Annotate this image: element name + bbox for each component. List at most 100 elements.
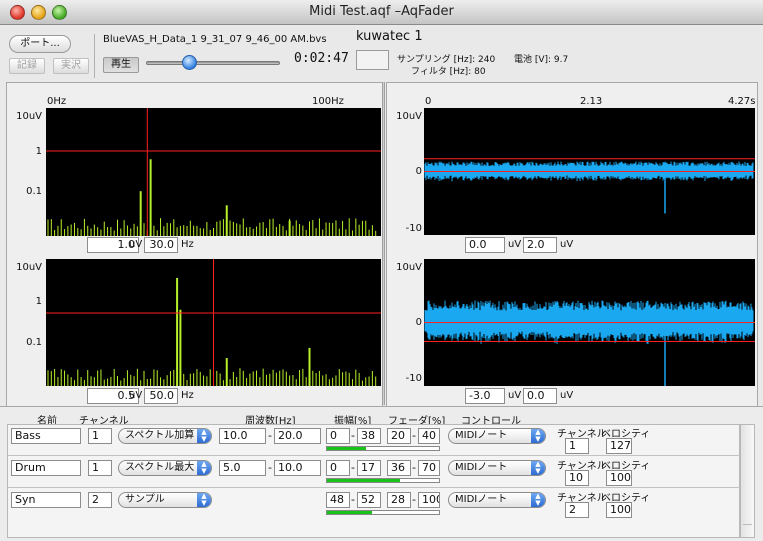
row-level-meter: [326, 446, 440, 451]
playback-slider[interactable]: [146, 55, 280, 71]
row-control-select[interactable]: MIDIノート ▲ ▼: [448, 428, 546, 444]
spectrum-x-start: 0Hz: [47, 96, 67, 107]
row-midi-channel-field[interactable]: 10: [565, 470, 589, 486]
table-scrollbar[interactable]: [740, 424, 755, 538]
row-fader-high-field[interactable]: 70: [418, 460, 440, 476]
status-indicator: [356, 50, 389, 70]
spectrum-top-y-max: 10uV: [16, 111, 42, 122]
row-mode-select[interactable]: スペクトル最大 ▲ ▼: [118, 460, 212, 476]
row-mode-value: サンプル: [125, 494, 165, 505]
row-control-select[interactable]: MIDIノート ▲ ▼: [448, 492, 546, 508]
exec-button[interactable]: 実沢: [53, 58, 89, 74]
row-freq-low-field[interactable]: 5.0: [219, 460, 266, 476]
play-button[interactable]: 再生: [103, 57, 139, 73]
row-mode-value: スペクトル最大: [125, 462, 195, 473]
row-velocity-field[interactable]: 100: [606, 502, 632, 518]
waveform-top-plot[interactable]: [424, 108, 755, 235]
waveform-x-mid: 2.13: [580, 96, 603, 107]
battery-voltage: 電池 [V]: 9.7: [514, 55, 569, 65]
row-amp-low-field[interactable]: 0: [326, 460, 350, 476]
spectrum-bottom-freq-unit: Hz: [181, 390, 194, 401]
row-level-fill: [327, 447, 367, 450]
row-amp-high-field[interactable]: 52: [357, 492, 381, 508]
spectrum-bottom-plot[interactable]: [46, 259, 381, 386]
chevron-updown-icon: ▲ ▼: [531, 461, 545, 475]
waveform-top-high-field[interactable]: 2.0: [523, 237, 557, 253]
port-button[interactable]: ポート...: [9, 35, 71, 53]
row-velocity-field[interactable]: 127: [606, 438, 632, 454]
row-level-meter: [326, 510, 440, 515]
waveform-top-low-field[interactable]: 0.0: [465, 237, 505, 253]
spectrum-top-y-01: 0.1: [26, 186, 42, 197]
panel-splitter[interactable]: [382, 82, 385, 405]
row-control-value: MIDIノート: [455, 462, 508, 473]
row-control-value: MIDIノート: [455, 494, 508, 505]
row-name-field[interactable]: Syn: [11, 492, 81, 508]
toolbar-divider: [94, 34, 95, 78]
record-button[interactable]: 記録: [9, 58, 45, 74]
row-control-select[interactable]: MIDIノート ▲ ▼: [448, 460, 546, 476]
spectrum-top-freq-unit: Hz: [181, 239, 194, 250]
row-midi-channel-field[interactable]: 2: [565, 502, 589, 518]
row-level-meter: [326, 478, 440, 483]
slider-knob[interactable]: [182, 55, 197, 70]
row-name-field[interactable]: Bass: [11, 428, 81, 444]
title-bar[interactable]: Midi Test.aqf –AqFader: [0, 0, 763, 25]
waveform-top-high-unit: uV: [560, 239, 574, 250]
row-amp-high-field[interactable]: 17: [357, 460, 381, 476]
spectrum-bottom-freq-field[interactable]: 50.0: [144, 388, 178, 404]
waveform-top-y-0: 0: [415, 166, 422, 177]
row-fader-low-field[interactable]: 20: [387, 428, 411, 444]
waveform-bottom-y-max: 10uV: [396, 262, 422, 273]
row-channel-field[interactable]: 1: [88, 460, 112, 476]
row-mode-select[interactable]: スペクトル加算 ▲ ▼: [118, 428, 212, 444]
range-dash: -: [351, 429, 355, 442]
chevron-updown-icon: ▲ ▼: [197, 429, 211, 443]
device-name: kuwatec 1: [356, 29, 423, 44]
row-fader-low-field[interactable]: 36: [387, 460, 411, 476]
row-amp-high-field[interactable]: 38: [357, 428, 381, 444]
row-freq-high-field[interactable]: 10.0: [274, 460, 321, 476]
row-separator: [7, 455, 740, 456]
waveform-bottom-plot[interactable]: [424, 259, 755, 386]
spectrum-bottom-y-1: 1: [35, 296, 42, 307]
range-dash: -: [351, 461, 355, 474]
row-midi-channel-field[interactable]: 1: [565, 438, 589, 454]
spectrum-top-plot[interactable]: [46, 108, 381, 236]
row-channel-field[interactable]: 1: [88, 428, 112, 444]
spectrum-top-freq-field[interactable]: 30.0: [144, 237, 178, 253]
row-amp-low-field[interactable]: 0: [326, 428, 350, 444]
row-amp-low-field[interactable]: 48: [326, 492, 350, 508]
row-channel-field[interactable]: 2: [88, 492, 112, 508]
chevron-updown-icon: ▲ ▼: [197, 493, 211, 507]
row-name-field[interactable]: Drum: [11, 460, 81, 476]
chevron-updown-icon: ▲ ▼: [531, 493, 545, 507]
chevron-updown-icon: ▲ ▼: [531, 429, 545, 443]
range-dash: -: [268, 461, 272, 474]
row-separator: [7, 487, 740, 488]
window-title: Midi Test.aqf –AqFader: [309, 4, 454, 19]
filename-label: BlueVAS_H_Data_1 9_31_07 9_46_00 AM.bvs: [103, 34, 327, 45]
range-dash: -: [412, 461, 416, 474]
row-velocity-field[interactable]: 100: [606, 470, 632, 486]
row-mode-select[interactable]: サンプル ▲ ▼: [118, 492, 212, 508]
spectrum-bottom-y-max: 10uV: [16, 262, 42, 273]
waveform-x-end: 4.27s: [728, 96, 756, 107]
row-mode-value: スペクトル加算: [125, 430, 195, 441]
row-fader-low-field[interactable]: 28: [387, 492, 411, 508]
row-freq-high-field[interactable]: 20.0: [274, 428, 321, 444]
waveform-bottom-low-unit: uV: [508, 390, 522, 401]
range-dash: -: [268, 429, 272, 442]
scrollbar-resize-grip[interactable]: [743, 524, 752, 535]
row-freq-low-field[interactable]: 10.0: [219, 428, 266, 444]
filter-rate: フィルタ [Hz]: 80: [411, 67, 486, 77]
range-dash: -: [351, 493, 355, 506]
chevron-updown-icon: ▲ ▼: [197, 461, 211, 475]
range-dash: -: [412, 493, 416, 506]
waveform-bottom-low-field[interactable]: -3.0: [465, 388, 505, 404]
range-dash: -: [412, 429, 416, 442]
row-fader-high-field[interactable]: 100: [418, 492, 440, 508]
waveform-bottom-high-field[interactable]: 0.0: [523, 388, 557, 404]
row-fader-high-field[interactable]: 40: [418, 428, 440, 444]
spectrum-bottom-amp-unit: uV: [129, 390, 143, 401]
